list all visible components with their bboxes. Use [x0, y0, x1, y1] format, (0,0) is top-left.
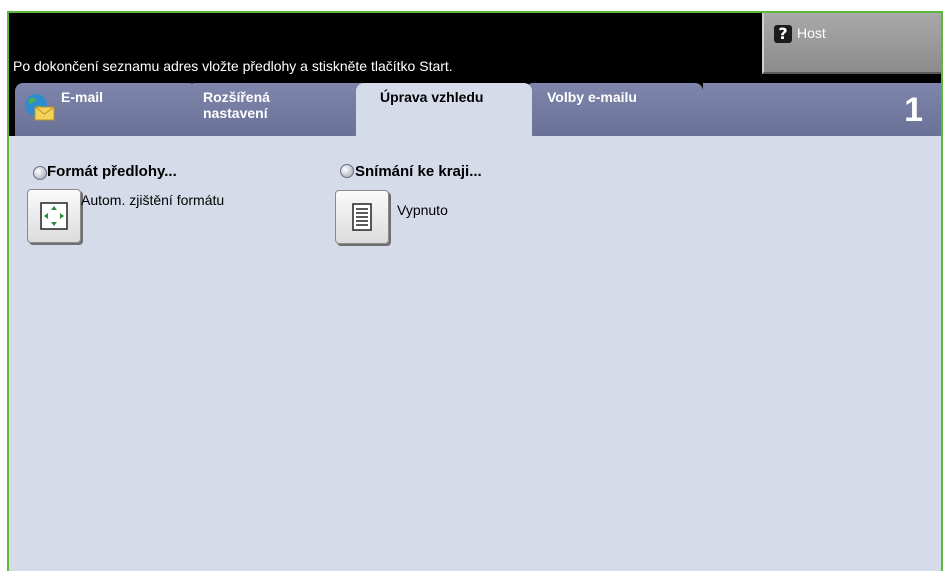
- option-title-edge-scan[interactable]: Snímání ke kraji...: [355, 163, 482, 180]
- tab-rozsirena-nastaveni[interactable]: Rozšířená nastavení: [187, 83, 372, 136]
- tab-label: E-mail: [61, 89, 104, 105]
- question-mark-icon: ?: [774, 25, 792, 43]
- edge-scan-value: Vypnuto: [397, 202, 448, 218]
- radio-indicator: [33, 166, 47, 180]
- screen-frame: Po dokončení seznamu adres vložte předlo…: [7, 11, 943, 571]
- edge-scan-button[interactable]: [335, 190, 389, 244]
- host-label: Host: [797, 25, 826, 41]
- tab-label: Volby e-mailu: [547, 89, 637, 105]
- tab-label: Rozšířená nastavení: [203, 89, 270, 121]
- tab-uprava-vzhledu[interactable]: Úprava vzhledu: [356, 83, 532, 138]
- tab-strip: 1 Volby e-mailu Rozšířená nastavení E-ma…: [9, 78, 941, 138]
- tab-volby-e-mailu[interactable]: Volby e-mailu: [525, 83, 703, 136]
- option-title-original-size[interactable]: Formát předlohy...: [47, 163, 177, 180]
- host-button[interactable]: ? Host: [762, 13, 941, 74]
- page-number: 1: [904, 91, 923, 129]
- status-message: Po dokončení seznamu adres vložte předlo…: [13, 58, 453, 74]
- tab-label: Úprava vzhledu: [380, 89, 484, 105]
- content-area: Formát předlohy... Autom. zjištění formá…: [9, 136, 941, 571]
- radio-indicator: [340, 164, 354, 178]
- header-bar: Po dokončení seznamu adres vložte předlo…: [9, 13, 941, 78]
- document-page-icon: [352, 203, 372, 231]
- original-size-value: Autom. zjištění formátu: [81, 192, 225, 208]
- tab-e-mail[interactable]: E-mail: [15, 83, 197, 136]
- tab-strip-filler: 1: [703, 83, 941, 136]
- original-size-button[interactable]: [27, 189, 81, 243]
- email-globe-icon: [25, 94, 55, 121]
- auto-size-detect-icon: [40, 202, 68, 230]
